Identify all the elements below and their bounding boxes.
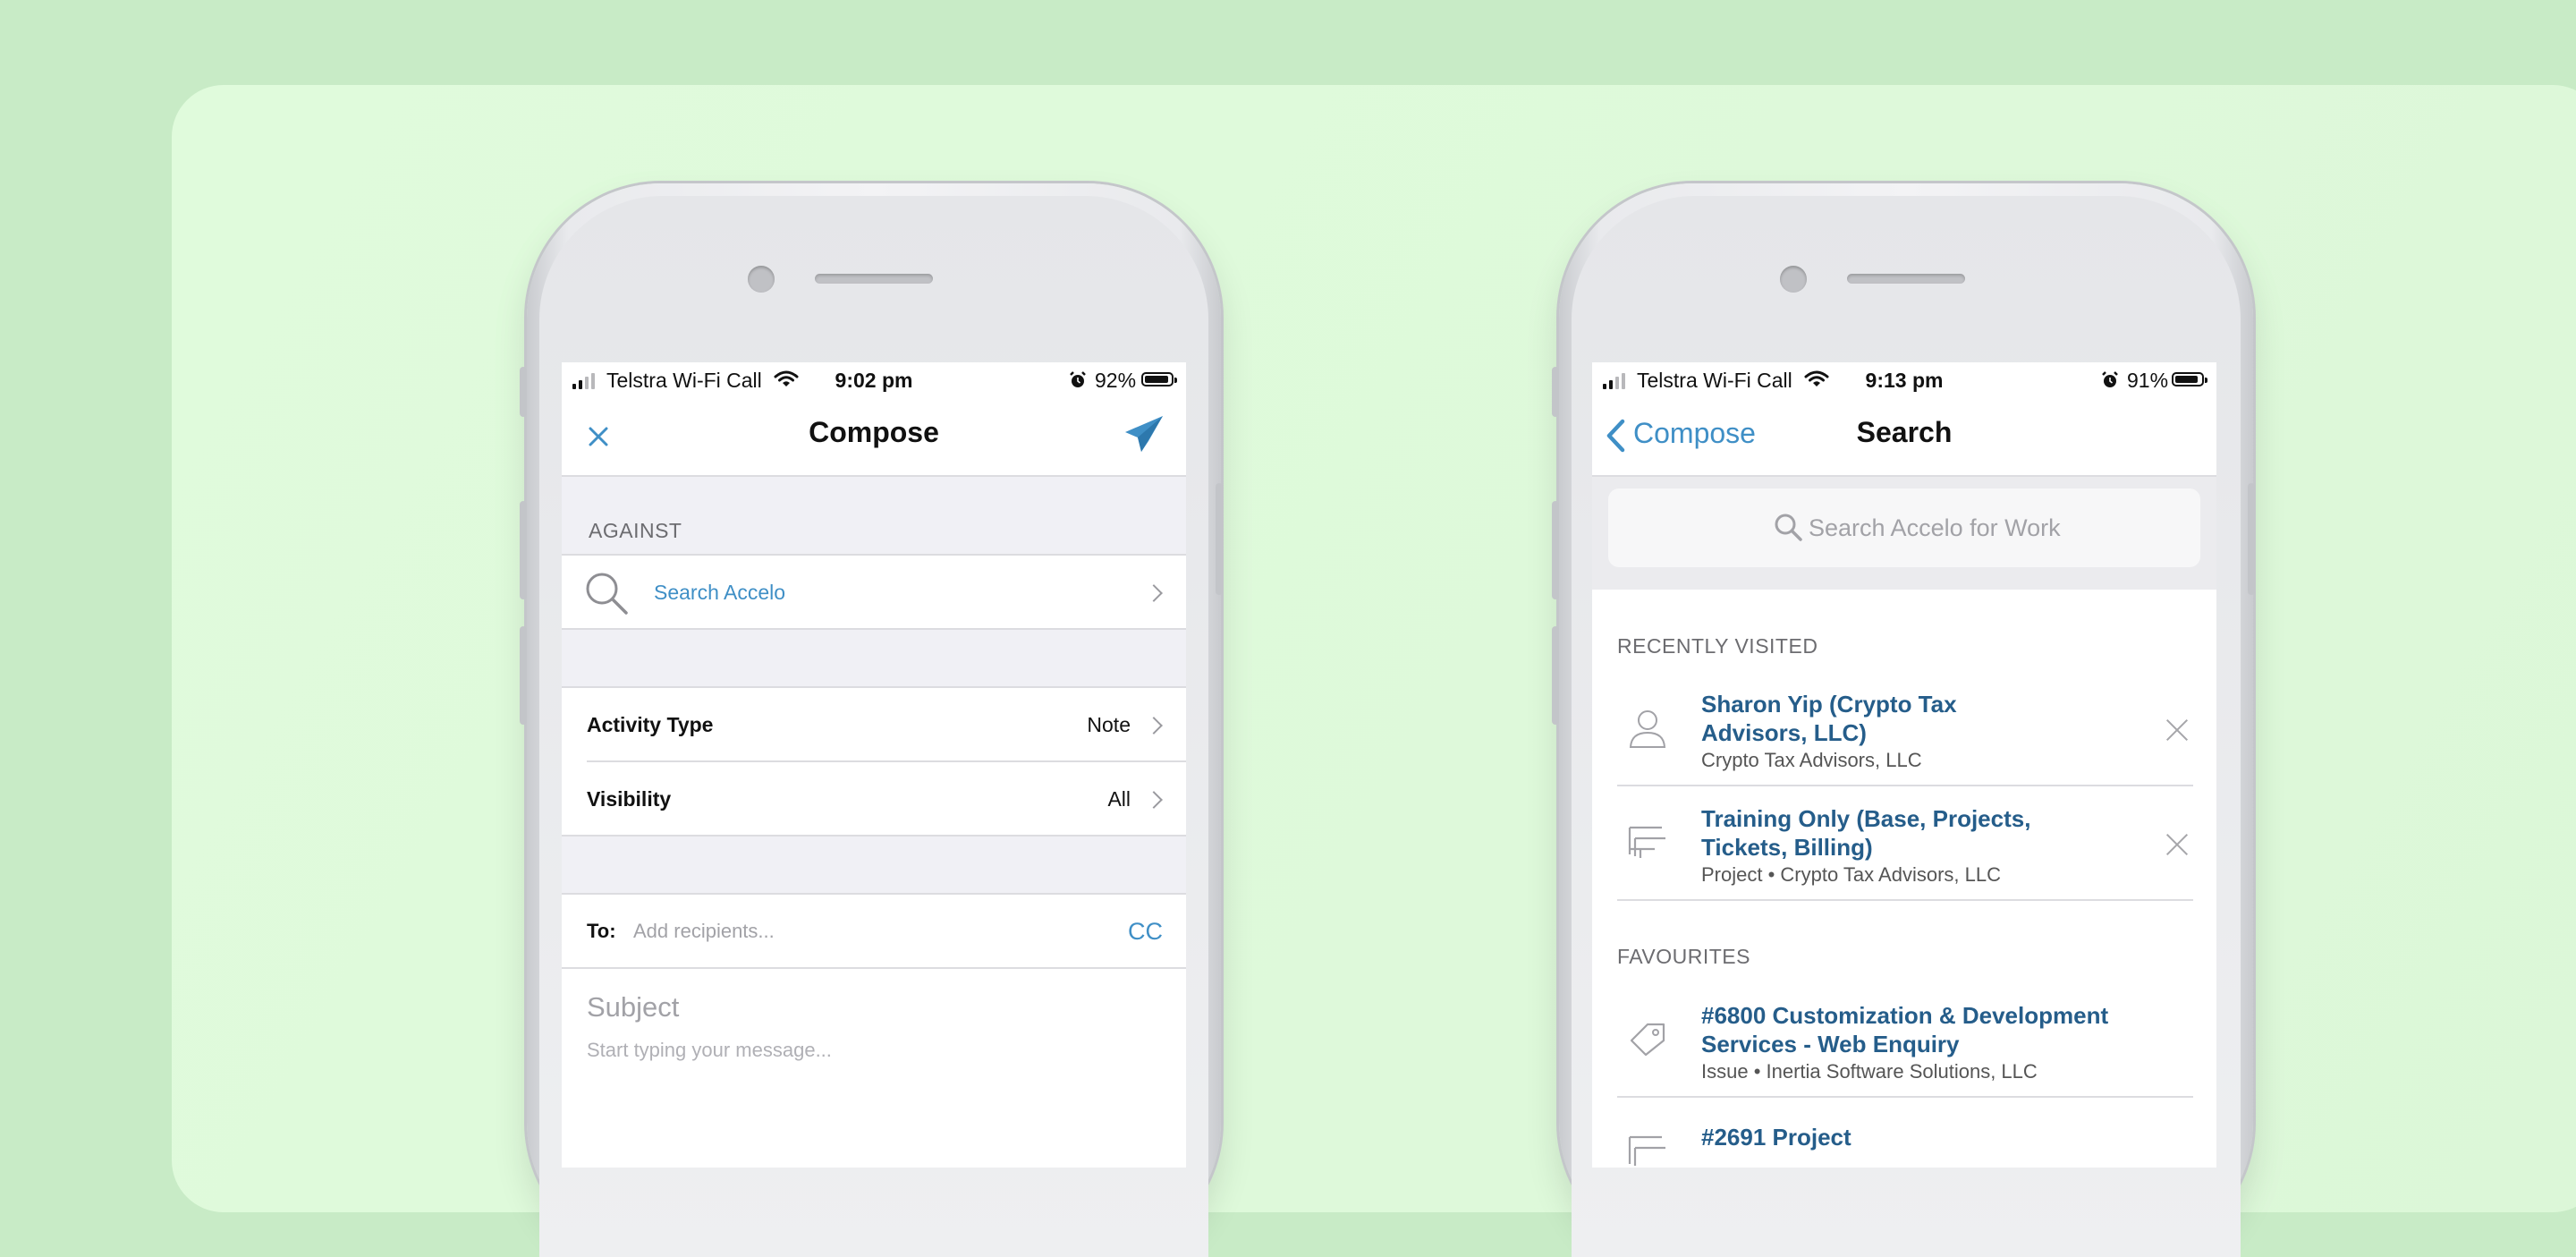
status-bar: Telstra Wi-Fi Call 9:13 pm 91% bbox=[1592, 362, 2216, 396]
section-label-against: AGAINST bbox=[589, 519, 682, 542]
tag-icon bbox=[1630, 1023, 1665, 1057]
item-title: Sharon Yip (Crypto Tax Advisors, LLC) bbox=[1701, 691, 1957, 746]
section-label-recent: RECENTLY VISITED bbox=[1617, 634, 1818, 658]
status-time: 9:13 pm bbox=[1865, 369, 1944, 392]
remove-icon[interactable] bbox=[2165, 833, 2189, 856]
battery-icon bbox=[1141, 372, 1177, 386]
item-subtitle: Issue • Inertia Software Solutions, LLC bbox=[1701, 1060, 2038, 1083]
chevron-right-icon bbox=[1145, 717, 1163, 735]
alarm-icon bbox=[1070, 371, 1086, 387]
activity-type-label: Activity Type bbox=[587, 713, 714, 736]
item-subtitle: Crypto Tax Advisors, LLC bbox=[1701, 749, 1922, 771]
cc-button[interactable]: CC bbox=[1128, 918, 1163, 946]
list-item[interactable]: Training Only (Base, Projects, Tickets, … bbox=[1592, 786, 2216, 899]
list-item[interactable]: Sharon Yip (Crypto Tax Advisors, LLC) Cr… bbox=[1592, 672, 2216, 785]
nav-bar: Compose Search bbox=[1592, 396, 2216, 477]
section-label-favourites: FAVOURITES bbox=[1617, 945, 1750, 968]
search-accelo-label: Search Accelo bbox=[654, 581, 786, 604]
alarm-icon bbox=[2102, 371, 2118, 387]
nav-bar: Compose bbox=[562, 396, 1186, 477]
chevron-right-icon bbox=[1145, 584, 1163, 602]
subject-input[interactable]: Subject bbox=[587, 991, 679, 1023]
person-icon bbox=[1629, 710, 1666, 748]
search-screen: Telstra Wi-Fi Call 9:13 pm 91% Compose S… bbox=[1592, 362, 2216, 1168]
camera bbox=[748, 266, 775, 293]
item-title: #2691 Project bbox=[1701, 1124, 1852, 1151]
search-icon bbox=[1775, 514, 1802, 541]
project-icon bbox=[1628, 826, 1665, 858]
message-input[interactable]: Start typing your message... bbox=[587, 1039, 832, 1062]
battery-icon bbox=[2172, 372, 2207, 386]
camera bbox=[1780, 266, 1807, 293]
search-accelo-row[interactable]: Search Accelo bbox=[562, 556, 1186, 629]
visibility-label: Visibility bbox=[587, 787, 672, 811]
page-title: Compose bbox=[809, 416, 939, 448]
status-time: 9:02 pm bbox=[835, 369, 913, 392]
activity-type-value: Note bbox=[1087, 713, 1131, 736]
search-placeholder: Search Accelo for Work bbox=[1809, 514, 2061, 541]
to-label: To: bbox=[587, 920, 616, 942]
visibility-row[interactable]: Visibility All bbox=[562, 762, 1186, 836]
visibility-value: All bbox=[1107, 787, 1131, 811]
search-icon bbox=[586, 573, 628, 615]
item-title: #6800 Customization & Development Servic… bbox=[1701, 1002, 2109, 1057]
send-icon[interactable] bbox=[1123, 414, 1165, 454]
compose-screen: Telstra Wi-Fi Call 9:02 pm 92% Compose A… bbox=[562, 362, 1186, 1168]
to-field-row[interactable]: To: Add recipients... CC bbox=[562, 895, 1186, 967]
remove-icon[interactable] bbox=[2165, 718, 2189, 742]
speaker bbox=[815, 274, 933, 284]
item-subtitle: Project • Crypto Tax Advisors, LLC bbox=[1701, 863, 2001, 886]
chevron-right-icon bbox=[1145, 791, 1163, 809]
item-title: Training Only (Base, Projects, Tickets, … bbox=[1701, 805, 2031, 861]
status-bar: Telstra Wi-Fi Call 9:02 pm 92% bbox=[562, 362, 1186, 396]
battery-percent: 91% bbox=[2127, 369, 2169, 392]
battery-percent: 92% bbox=[1095, 369, 1137, 392]
search-input[interactable]: Search Accelo for Work bbox=[1608, 488, 2200, 567]
list-item[interactable]: #6800 Customization & Development Servic… bbox=[1592, 983, 2216, 1096]
recipients-input[interactable]: Add recipients... bbox=[633, 920, 775, 943]
page-title: Search bbox=[1856, 416, 1953, 448]
list-item[interactable]: #2691 Project bbox=[1592, 1098, 2216, 1168]
project-icon bbox=[1628, 1135, 1665, 1166]
speaker bbox=[1847, 274, 1965, 284]
activity-type-row[interactable]: Activity Type Note bbox=[562, 688, 1186, 761]
